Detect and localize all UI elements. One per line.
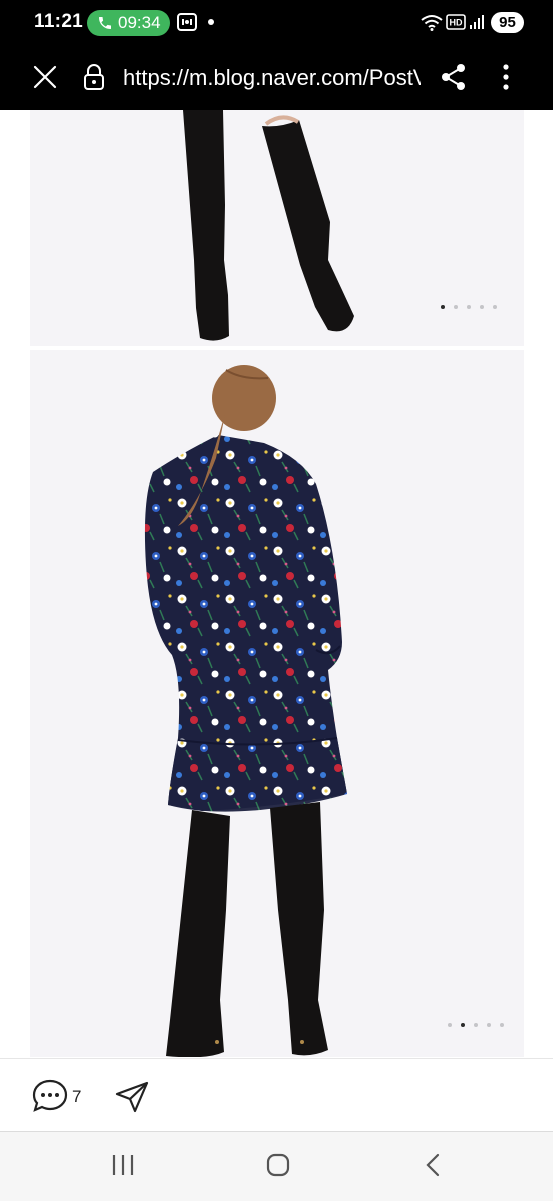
carousel-dot[interactable] bbox=[480, 305, 484, 309]
send-icon[interactable] bbox=[115, 1081, 149, 1113]
system-nav-bar bbox=[0, 1131, 553, 1201]
signal-icon bbox=[470, 15, 484, 29]
screen-record-icon bbox=[177, 13, 197, 31]
post-action-bar: 7 bbox=[0, 1058, 553, 1132]
url-field[interactable]: https://m.blog.naver.com/PostView.naver bbox=[123, 64, 421, 92]
lock-icon[interactable] bbox=[83, 63, 105, 91]
carousel-dot[interactable] bbox=[448, 1023, 452, 1027]
browser-toolbar: https://m.blog.naver.com/PostView.naver bbox=[0, 44, 553, 110]
svg-text:HD: HD bbox=[450, 18, 463, 28]
call-timer: 09:34 bbox=[118, 13, 161, 32]
phone-icon bbox=[99, 17, 111, 29]
carousel-dot[interactable] bbox=[441, 305, 445, 309]
dress-illustration bbox=[30, 350, 524, 1057]
product-photo-boots[interactable] bbox=[30, 110, 524, 346]
carousel-indicator bbox=[441, 305, 497, 309]
carousel-dot[interactable] bbox=[474, 1023, 478, 1027]
carousel-indicator bbox=[448, 1023, 504, 1027]
carousel-dot[interactable] bbox=[493, 305, 497, 309]
notification-dot bbox=[208, 19, 214, 25]
carousel-dot[interactable] bbox=[454, 305, 458, 309]
comment-count[interactable]: 7 bbox=[72, 1087, 81, 1107]
carousel-dot[interactable] bbox=[461, 1023, 465, 1027]
hd-icon: HD bbox=[446, 14, 466, 30]
boots-illustration bbox=[30, 110, 524, 346]
wifi-icon bbox=[421, 15, 443, 31]
share-icon[interactable] bbox=[441, 63, 467, 91]
home-icon[interactable] bbox=[266, 1153, 290, 1177]
back-icon[interactable] bbox=[424, 1153, 442, 1177]
carousel-dot[interactable] bbox=[487, 1023, 491, 1027]
comment-icon[interactable] bbox=[32, 1079, 68, 1113]
ongoing-call-chip[interactable]: 09:34 bbox=[87, 10, 170, 36]
battery-level: 95 bbox=[491, 12, 524, 33]
blog-content[interactable] bbox=[0, 110, 553, 1058]
product-photo-dress-back[interactable] bbox=[30, 350, 524, 1057]
status-time: 11:21 bbox=[34, 11, 84, 32]
carousel-dot[interactable] bbox=[467, 305, 471, 309]
more-vert-icon[interactable] bbox=[500, 63, 512, 91]
close-icon[interactable] bbox=[33, 65, 57, 89]
carousel-dot[interactable] bbox=[500, 1023, 504, 1027]
recent-apps-icon[interactable] bbox=[111, 1154, 135, 1176]
status-bar: 11:21 09:34 HD 95 bbox=[0, 0, 553, 44]
